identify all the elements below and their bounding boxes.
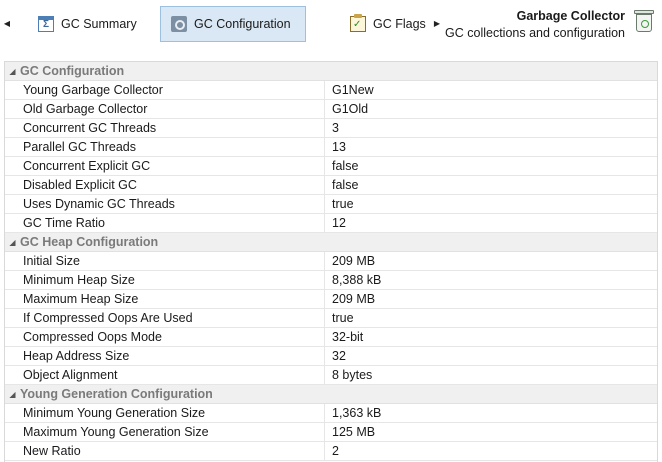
page-title: Garbage Collector [516,9,625,23]
group-row-gc-heap-configuration[interactable]: ◢ GC Heap Configuration [5,233,657,252]
flags-icon: ✓ [350,14,366,32]
property-value: G1Old [332,102,369,116]
tab-gc-summary[interactable]: Σ GC Summary [28,6,147,42]
group-label: GC Heap Configuration [20,235,159,249]
table-row[interactable]: Concurrent Explicit GC false [5,157,657,176]
property-value: 13 [332,140,346,154]
property-value: 32 [332,349,346,363]
tab-gc-flags[interactable]: ✓ GC Flags [340,6,436,42]
property-name: Young Garbage Collector [5,81,325,99]
property-value: 32-bit [332,330,364,344]
property-name: New Ratio [5,442,325,460]
tab-label: GC Flags [373,17,426,31]
table-row[interactable]: Young Garbage Collector G1New [5,81,657,100]
property-value: true [332,197,354,211]
property-name: Compressed Oops Mode [5,328,325,346]
property-name: Uses Dynamic GC Threads [5,195,325,213]
group-label: GC Configuration [20,64,125,78]
table-row[interactable]: Parallel GC Threads 13 [5,138,657,157]
tab-label: GC Summary [61,17,137,31]
property-name: Minimum Heap Size [5,271,325,289]
nav-left-arrow-icon[interactable]: ◀ [2,18,12,30]
property-value: false [332,178,359,192]
page-subtitle: GC collections and configuration [445,26,625,40]
table-row[interactable]: Compressed Oops Mode 32-bit [5,328,657,347]
page-header: Garbage Collector GC collections and con… [445,8,625,42]
property-value: 8 bytes [332,368,373,382]
property-name: Old Garbage Collector [5,100,325,118]
property-value: 209 MB [332,292,376,306]
property-value: 1,363 kB [332,406,382,420]
property-name: Disabled Explicit GC [5,176,325,194]
table-row[interactable]: Disabled Explicit GC false [5,176,657,195]
property-value: 125 MB [332,425,376,439]
property-name: Maximum Heap Size [5,290,325,308]
property-name: Maximum Young Generation Size [5,423,325,441]
property-value: 2 [332,444,339,458]
property-name: If Compressed Oops Are Used [5,309,325,327]
toolbar: ◀ Σ GC Summary GC Configuration ✓ GC Fla… [0,0,662,50]
group-row-gc-configuration[interactable]: ◢ GC Configuration [5,62,657,81]
tab-label: GC Configuration [194,17,291,31]
configuration-icon [171,16,187,32]
expand-caret-icon[interactable]: ◢ [5,238,20,247]
table-row[interactable]: Uses Dynamic GC Threads true [5,195,657,214]
property-name: Initial Size [5,252,325,270]
property-name: Minimum Young Generation Size [5,404,325,422]
table-row[interactable]: Maximum Young Generation Size 125 MB [5,423,657,442]
nav-right-arrow-icon[interactable]: ▶ [432,18,442,30]
table-row[interactable]: GC Time Ratio 12 [5,214,657,233]
property-value: 3 [332,121,339,135]
property-name: GC Time Ratio [5,214,325,232]
table-row[interactable]: Maximum Heap Size 209 MB [5,290,657,309]
table-row[interactable]: Initial Size 209 MB [5,252,657,271]
tab-gc-configuration[interactable]: GC Configuration [160,6,306,42]
group-label: Young Generation Configuration [20,387,213,401]
property-value: false [332,159,359,173]
configuration-table: ◢ GC Configuration Young Garbage Collect… [4,61,658,462]
table-row[interactable]: Minimum Heap Size 8,388 kB [5,271,657,290]
property-value: 12 [332,216,346,230]
property-name: Parallel GC Threads [5,138,325,156]
table-row[interactable]: Minimum Young Generation Size 1,363 kB [5,404,657,423]
garbage-bin-icon [634,10,654,32]
expand-caret-icon[interactable]: ◢ [5,390,20,399]
table-row[interactable]: Concurrent GC Threads 3 [5,119,657,138]
table-row[interactable]: New Ratio 2 [5,442,657,461]
summary-icon: Σ [38,16,54,32]
table-row[interactable]: If Compressed Oops Are Used true [5,309,657,328]
property-name: Concurrent Explicit GC [5,157,325,175]
property-value: 8,388 kB [332,273,382,287]
table-row[interactable]: Object Alignment 8 bytes [5,366,657,385]
property-name: Object Alignment [5,366,325,384]
property-value: 209 MB [332,254,376,268]
property-name: Heap Address Size [5,347,325,365]
group-row-young-generation-configuration[interactable]: ◢ Young Generation Configuration [5,385,657,404]
property-value: true [332,311,354,325]
table-row[interactable]: Heap Address Size 32 [5,347,657,366]
expand-caret-icon[interactable]: ◢ [5,67,20,76]
property-name: Concurrent GC Threads [5,119,325,137]
table-row[interactable]: Old Garbage Collector G1Old [5,100,657,119]
property-value: G1New [332,83,374,97]
